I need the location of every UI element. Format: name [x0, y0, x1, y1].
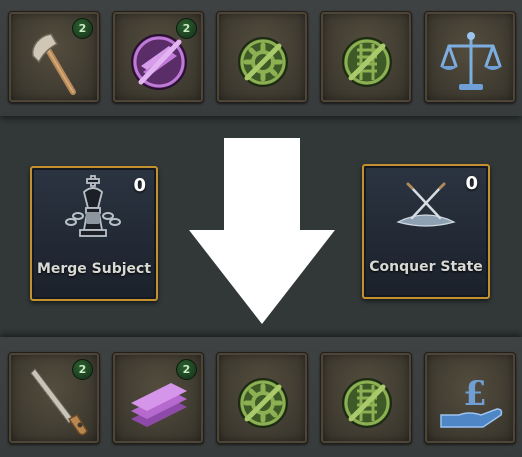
down-arrow-icon [189, 138, 335, 324]
conquer-state-count: 0 [465, 173, 478, 194]
pound-hand-icon: £ [440, 374, 503, 428]
top-slot-axe-badge: 2 [72, 18, 93, 39]
bottom-slot-pound-hand[interactable]: £ [424, 352, 516, 444]
gear-crossed-icon [217, 12, 309, 104]
bottom-slot-saw-badge: 2 [72, 359, 93, 380]
merge-subject-count: 0 [133, 175, 146, 196]
top-slot-scales[interactable] [424, 11, 516, 103]
top-slot-gear[interactable] [216, 11, 308, 103]
conquer-state-label: Conquer State [369, 259, 483, 275]
top-slot-purple-plates[interactable]: 2 [112, 11, 204, 103]
bottom-slot-plates-badge: 2 [176, 359, 197, 380]
bottom-slot-purple-plates[interactable]: 2 [112, 352, 204, 444]
bottom-slot-gear[interactable] [216, 352, 308, 444]
railway-crossed-icon [321, 353, 413, 445]
top-slot-axe[interactable]: 2 [8, 11, 100, 103]
conquer-state-card[interactable]: 0 Conquer State [362, 164, 490, 299]
merge-subject-card[interactable]: 0 Merge Subject [30, 166, 158, 301]
top-slot-plates-badge: 2 [176, 18, 197, 39]
scales-icon [440, 32, 502, 90]
gear-crossed-icon [217, 353, 309, 445]
merge-subject-label: Merge Subject [36, 261, 152, 277]
bottom-slot-saw[interactable]: 2 [8, 352, 100, 444]
svg-text:£: £ [463, 374, 487, 414]
top-slot-railway[interactable] [320, 11, 412, 103]
railway-crossed-icon [321, 12, 413, 104]
bottom-slot-railway[interactable] [320, 352, 412, 444]
